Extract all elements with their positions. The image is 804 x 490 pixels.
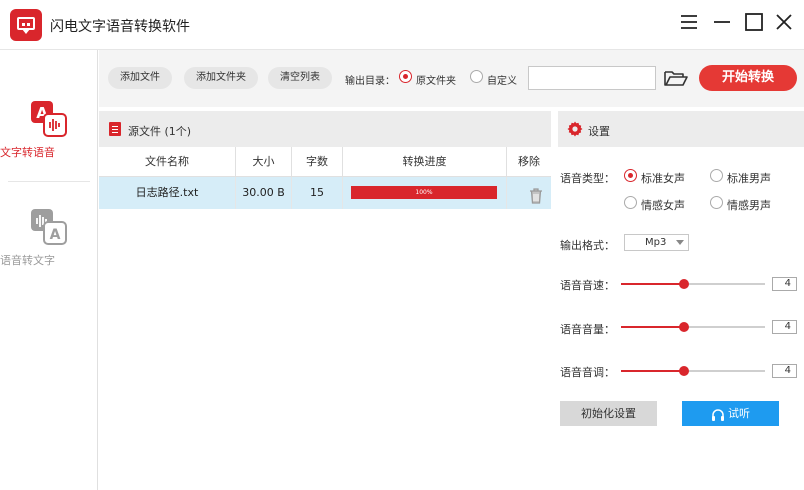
settings-header: 设置 (558, 111, 804, 147)
voice-emotional-female-radio[interactable] (624, 196, 637, 209)
output-format-value: Mp3 (645, 237, 667, 248)
folder-open-icon[interactable] (663, 66, 689, 90)
speed-label: 语音音速： (560, 279, 615, 292)
progress-label: 100% (415, 189, 433, 196)
voice-option-label: 标准女声 (641, 172, 685, 185)
minimize-icon[interactable] (710, 10, 734, 34)
toolbar: 添加文件 添加文件夹 清空列表 输出目录： 原文件夹 自定义 开始转换 (99, 50, 804, 107)
menu-icon[interactable] (677, 10, 701, 34)
headphones-icon (711, 406, 725, 421)
add-folder-button[interactable]: 添加文件夹 (184, 67, 258, 89)
slider-knob[interactable] (679, 322, 690, 332)
svg-text:A: A (50, 227, 61, 243)
volume-slider[interactable] (621, 320, 765, 334)
column-header-size: 大小 (236, 147, 292, 177)
app-title: 闪电文字语音转换软件 (50, 19, 190, 35)
text-to-speech-icon: A (29, 99, 69, 139)
sidebar: A 文字转语音 A 语音转文字 (0, 50, 98, 490)
add-file-button[interactable]: 添加文件 (108, 67, 172, 89)
chevron-down-icon (676, 240, 684, 245)
speed-value-input[interactable]: 4 (772, 277, 797, 291)
sidebar-item-speech-to-text[interactable]: A 语音转文字 (0, 207, 98, 267)
gear-icon (567, 121, 583, 137)
title-bar: 闪电文字语音转换软件 (0, 0, 804, 50)
slider-knob[interactable] (679, 279, 690, 289)
voice-standard-male-radio[interactable] (710, 169, 723, 182)
output-original-radio[interactable] (399, 70, 412, 83)
output-format-label: 输出格式： (560, 239, 615, 252)
file-size-cell: 30.00 B (236, 177, 292, 209)
settings-panel: 设置 语音类型： 标准女声 标准男声 情感女声 情感男声 输出格式： Mp3 语… (558, 107, 804, 490)
file-name-cell: 日志路径.txt (99, 177, 236, 209)
clear-list-button[interactable]: 清空列表 (268, 67, 332, 89)
sidebar-item-label: 语音转文字 (0, 254, 55, 267)
document-icon (109, 122, 121, 136)
sidebar-item-label: 文字转语音 (0, 146, 55, 159)
voice-option-label: 标准男声 (727, 172, 771, 185)
close-icon[interactable] (772, 10, 796, 34)
voice-type-label: 语音类型： (560, 172, 615, 185)
output-format-select[interactable]: Mp3 (624, 234, 689, 251)
char-count-cell: 15 (292, 177, 343, 209)
file-panel-title: 源文件 (1个) (128, 125, 192, 138)
voice-option-label: 情感女声 (641, 199, 685, 212)
voice-option-label: 情感男声 (727, 199, 771, 212)
voice-standard-female-radio[interactable] (624, 169, 637, 182)
column-header-name: 文件名称 (99, 147, 236, 177)
maximize-icon[interactable] (742, 10, 766, 34)
voice-emotional-male-radio[interactable] (710, 196, 723, 209)
speech-to-text-icon: A (29, 207, 69, 247)
listen-label: 试听 (728, 407, 750, 420)
app-logo-icon (10, 9, 42, 41)
settings-title: 设置 (588, 125, 610, 138)
trash-icon[interactable] (529, 185, 543, 204)
pitch-slider[interactable] (621, 364, 765, 378)
slider-knob[interactable] (679, 366, 690, 376)
start-convert-button[interactable]: 开始转换 (699, 65, 797, 91)
progress-cell: 100% (343, 177, 507, 209)
pitch-label: 语音音调： (560, 366, 615, 379)
column-header-progress: 转换进度 (343, 147, 507, 177)
output-dir-label: 输出目录： (345, 76, 395, 87)
file-panel-header: 源文件 (1个) (99, 111, 551, 147)
sidebar-item-text-to-speech[interactable]: A 文字转语音 (0, 99, 98, 159)
output-custom-label: 自定义 (487, 76, 517, 87)
volume-value-input[interactable]: 4 (772, 320, 797, 334)
column-header-chars: 字数 (292, 147, 343, 177)
table-row[interactable]: 日志路径.txt 30.00 B 15 100% (99, 177, 551, 209)
listen-button[interactable]: 试听 (682, 401, 779, 426)
output-path-input[interactable] (528, 66, 656, 90)
remove-cell (507, 177, 551, 209)
output-custom-radio[interactable] (470, 70, 483, 83)
reset-settings-button[interactable]: 初始化设置 (560, 401, 657, 426)
column-header-remove: 移除 (507, 147, 551, 177)
volume-label: 语音音量： (560, 323, 615, 336)
progress-bar: 100% (351, 186, 497, 199)
sidebar-divider (8, 181, 90, 182)
speed-slider[interactable] (621, 277, 765, 291)
output-original-label: 原文件夹 (416, 76, 456, 87)
pitch-value-input[interactable]: 4 (772, 364, 797, 378)
file-panel: 源文件 (1个) 文件名称 大小 字数 转换进度 移除 日志路径.txt 30.… (99, 107, 551, 490)
